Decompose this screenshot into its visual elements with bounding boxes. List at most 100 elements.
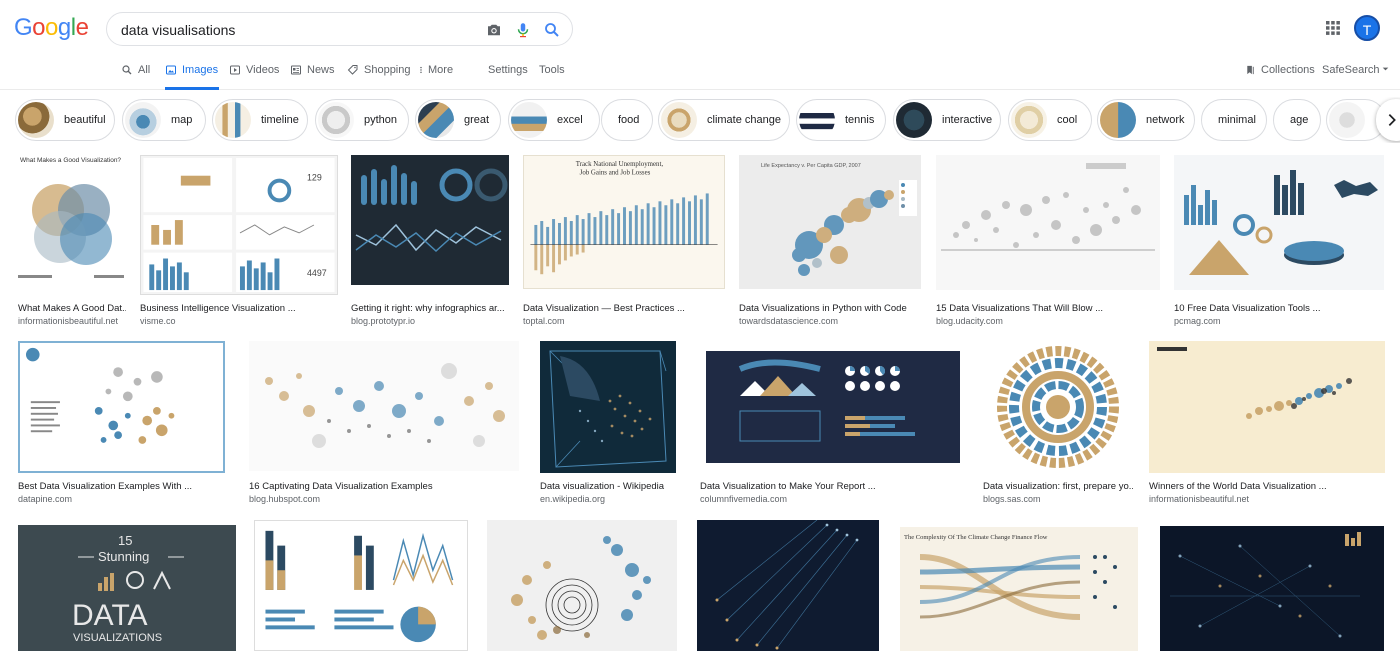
tab-videos[interactable]: Videos [229, 64, 279, 90]
collections-link[interactable]: Collections [1245, 64, 1315, 76]
result-thumbnail[interactable] [351, 155, 509, 285]
result-thumbnail[interactable] [487, 520, 677, 651]
tab-shopping[interactable]: Shopping [347, 64, 411, 90]
result-card[interactable]: 15 Data Visualizations That Will Blow ..… [936, 155, 1160, 326]
chip-excel[interactable]: excel [508, 99, 600, 141]
result-title[interactable]: What Makes A Good Dat... [18, 303, 126, 314]
tab-all[interactable]: All [121, 64, 150, 90]
svg-text:129: 129 [307, 173, 322, 183]
result-thumbnail[interactable]: Life Expectancy v. Per Capita GDP, 2007 [739, 155, 921, 289]
result-title[interactable]: Data Visualization — Best Practices ... [523, 303, 725, 314]
chip-network[interactable]: network [1097, 99, 1195, 141]
result-title[interactable]: Data visualization - Wikipedia [540, 481, 676, 492]
chip-thumbnail [418, 102, 454, 138]
result-thumbnail[interactable] [1174, 155, 1384, 290]
chip-thumbnail [1011, 102, 1047, 138]
safesearch-dropdown[interactable]: SafeSearch [1322, 64, 1389, 76]
tab-images[interactable]: Images [165, 64, 219, 90]
tab-settings[interactable]: Settings [488, 64, 528, 90]
result-card[interactable] [254, 520, 468, 651]
search-icon[interactable] [543, 21, 561, 39]
tab-more[interactable]: More [417, 64, 453, 90]
result-title[interactable]: Business Intelligence Visualization ... [140, 303, 338, 314]
chip-food[interactable]: food [601, 99, 653, 141]
chip-cool[interactable]: cool [1008, 99, 1092, 141]
result-card[interactable]: Track National Unemployment, Job Gains a… [523, 155, 725, 326]
result-thumbnail[interactable]: Track National Unemployment, Job Gains a… [523, 155, 725, 289]
microphone-icon[interactable] [514, 21, 532, 39]
result-card[interactable]: Data Visualization to Make Your Report .… [700, 341, 965, 511]
chip-thumbnail [896, 102, 932, 138]
svg-text:Stunning: Stunning [98, 549, 149, 564]
tab-label: Images [182, 64, 219, 76]
chip-map[interactable]: map [122, 99, 206, 141]
result-card[interactable]: The Complexity Of The Climate Change Fin… [900, 527, 1138, 651]
result-thumbnail[interactable] [254, 520, 468, 651]
result-card[interactable]: Getting it right: why infographics ar...… [351, 155, 509, 326]
result-thumbnail[interactable]: 15 Stunning DATA VISUALIZATIONS [18, 525, 236, 651]
chip-age[interactable]: age [1273, 99, 1321, 141]
result-card[interactable]: What Makes a Good Visualization? What Ma… [18, 155, 126, 326]
tab-news[interactable]: News [290, 64, 335, 90]
result-card[interactable]: 16 Captivating Data Visualization Exampl… [249, 341, 519, 511]
result-title[interactable]: Getting it right: why infographics ar... [351, 303, 509, 314]
result-thumbnail[interactable] [697, 520, 879, 651]
chip-thumbnail [511, 102, 547, 138]
result-card[interactable]: 15 Stunning DATA VISUALIZATIONS [18, 525, 236, 651]
result-title[interactable]: Winners of the World Data Visualization … [1149, 481, 1385, 492]
svg-text:The Complexity Of The Climate: The Complexity Of The Climate Change Fin… [904, 534, 1048, 541]
result-title[interactable]: 16 Captivating Data Visualization Exampl… [249, 481, 519, 492]
apps-grid-icon[interactable] [1325, 20, 1341, 36]
result-title[interactable]: 15 Data Visualizations That Will Blow ..… [936, 303, 1160, 314]
chip-tennis[interactable]: tennis [796, 99, 886, 141]
chip-interactive[interactable]: interactive [893, 99, 1001, 141]
result-thumbnail[interactable] [700, 341, 965, 473]
camera-icon[interactable] [485, 21, 503, 39]
result-source: blog.prototypr.io [351, 316, 416, 326]
result-thumbnail[interactable]: The Complexity Of The Climate Change Fin… [900, 527, 1138, 651]
tab-label: Tools [539, 64, 565, 76]
chip-label: excel [557, 114, 583, 126]
result-thumbnail[interactable] [249, 341, 519, 471]
result-card[interactable]: Life Expectancy v. Per Capita GDP, 2007 … [739, 155, 921, 326]
chip-label: cool [1057, 114, 1078, 126]
chip-beautiful[interactable]: beautiful [15, 99, 115, 141]
avatar[interactable]: T [1354, 15, 1380, 41]
news-icon [291, 65, 301, 75]
result-card[interactable]: Data visualization - Wikipedia en.wikipe… [540, 341, 676, 511]
result-thumbnail[interactable] [983, 341, 1133, 473]
result-title[interactable]: Data visualization: first, prepare yo... [983, 481, 1133, 492]
result-card[interactable] [697, 520, 879, 651]
result-thumbnail[interactable]: What Makes a Good Visualization? [18, 155, 126, 290]
result-thumbnail[interactable]: 129 4497 [140, 155, 338, 295]
result-title[interactable]: Data Visualizations in Python with Code [739, 303, 921, 314]
search-box [106, 12, 573, 46]
chip-minimal[interactable]: minimal [1201, 99, 1267, 141]
result-thumbnail[interactable] [18, 341, 225, 473]
result-title[interactable]: Data Visualization to Make Your Report .… [700, 481, 965, 492]
result-thumbnail[interactable] [540, 341, 676, 473]
result-title[interactable]: Best Data Visualization Examples With ..… [18, 481, 225, 492]
result-card[interactable]: Winners of the World Data Visualization … [1149, 341, 1385, 511]
result-card[interactable]: 10 Free Data Visualization Tools ... pcm… [1174, 155, 1384, 326]
result-card[interactable]: Data visualization: first, prepare yo...… [983, 341, 1133, 511]
result-card[interactable] [1160, 526, 1384, 651]
search-input[interactable] [121, 20, 471, 40]
chip-great[interactable]: great [415, 99, 501, 141]
chip-python[interactable]: python [315, 99, 409, 141]
chip-timeline[interactable]: timeline [212, 99, 308, 141]
result-card[interactable]: 129 4497 Business Intelligence Visualiza… [140, 155, 338, 326]
safesearch-label: SafeSearch [1322, 64, 1380, 76]
result-card[interactable] [487, 520, 677, 651]
result-card[interactable]: Best Data Visualization Examples With ..… [18, 341, 225, 511]
result-thumbnail[interactable] [1160, 526, 1384, 651]
chip-label: timeline [261, 114, 299, 126]
result-thumbnail[interactable] [1149, 341, 1385, 473]
chip-climate-change[interactable]: climate change [658, 99, 790, 141]
collections-label: Collections [1261, 64, 1315, 76]
result-title[interactable]: 10 Free Data Visualization Tools ... [1174, 303, 1384, 314]
tab-tools[interactable]: Tools [539, 64, 565, 90]
google-logo[interactable]: Google [14, 14, 89, 42]
result-thumbnail[interactable] [936, 155, 1160, 290]
chip-thumbnail [215, 102, 251, 138]
